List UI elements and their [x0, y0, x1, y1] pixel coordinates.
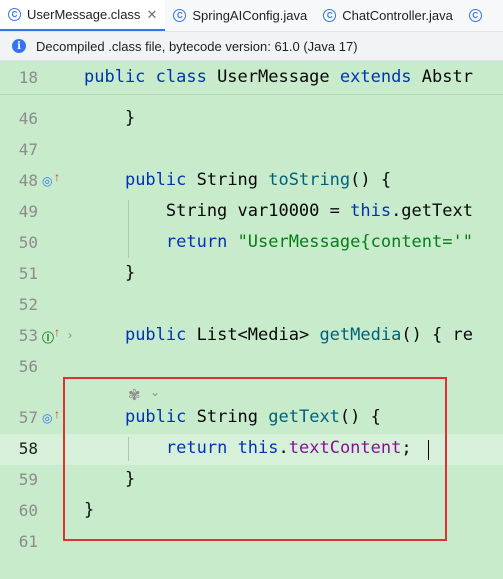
line-number: 57 [18, 408, 38, 427]
line-number: 60 [18, 501, 38, 520]
arrow-up-icon[interactable]: ↑ [54, 325, 60, 339]
implements-icon[interactable]: Ⓘ [42, 329, 54, 346]
tab-label: UserMessage.class [27, 7, 141, 22]
code-text: public String toString() { [124, 170, 392, 190]
tab-chatcontroller-java[interactable]: C ChatController.java [315, 0, 461, 31]
line-number: 53 [18, 326, 38, 345]
line-number: 59 [18, 470, 38, 489]
sticky-class-header[interactable]: 18 public class UserMessage extends Abst… [0, 61, 503, 95]
code-line[interactable]: 48 public String toString() { [0, 166, 503, 197]
code-text: } [84, 263, 136, 283]
line-number: 47 [18, 140, 38, 159]
class-file-icon: C [8, 8, 21, 21]
fold-chevron-icon[interactable]: › [68, 328, 72, 342]
indent-guide [128, 200, 129, 258]
class-file-icon: C [468, 9, 482, 22]
line-number: 52 [18, 295, 38, 314]
line-number: 56 [18, 357, 38, 376]
code-text: public class UserMessage extends Abstr [84, 67, 473, 87]
decompiled-notice-banner: i Decompiled .class file, bytecode versi… [0, 32, 503, 61]
code-line[interactable]: 50 return "UserMessage{content='" [0, 228, 503, 259]
code-text: String var10000 = this.getText [84, 201, 473, 221]
code-line[interactable]: 51 } [0, 259, 503, 290]
line-number: 18 [18, 68, 38, 87]
arrow-up-icon[interactable]: ↑ [54, 170, 60, 184]
line-number: 50 [18, 233, 38, 252]
line-number: 61 [18, 532, 38, 551]
arrow-up-icon[interactable]: ↑ [54, 407, 60, 421]
code-line[interactable]: 47 [0, 135, 503, 166]
line-number: 49 [18, 202, 38, 221]
tab-usermessage-class[interactable]: C UserMessage.class ✕ [0, 0, 166, 31]
tab-label: ChatController.java [342, 8, 453, 23]
editor-tab-bar: C UserMessage.class ✕ C SpringAIConfig.j… [0, 0, 503, 32]
line-number: 51 [18, 264, 38, 283]
line-number: 46 [18, 109, 38, 128]
code-text: public List<Media> getMedia() { re [124, 325, 473, 345]
code-text: return "UserMessage{content='" [165, 232, 473, 252]
code-line[interactable]: 53 public List<Media> getMedia() { re [0, 321, 503, 352]
line-number: 48 [18, 171, 38, 190]
code-text: } [84, 108, 136, 128]
tab-springaiconfig-java[interactable]: C SpringAIConfig.java [165, 0, 315, 31]
tab-overflow[interactable]: C [461, 0, 496, 31]
code-line[interactable]: 49 String var10000 = this.getText [0, 197, 503, 228]
override-method-icon[interactable]: ◎ [42, 411, 52, 425]
close-tab-icon[interactable]: ✕ [146, 7, 157, 23]
tab-label: SpringAIConfig.java [192, 8, 308, 23]
override-method-icon[interactable]: ◎ [42, 174, 52, 188]
highlight-box [63, 377, 447, 541]
class-file-icon: C [173, 9, 187, 22]
class-file-icon: C [323, 9, 337, 22]
info-icon: i [12, 39, 26, 53]
line-number: 58 [18, 439, 38, 458]
notice-text: Decompiled .class file, bytecode version… [36, 38, 358, 54]
code-line[interactable]: 46 } [0, 104, 503, 135]
code-line[interactable]: 52 [0, 290, 503, 321]
